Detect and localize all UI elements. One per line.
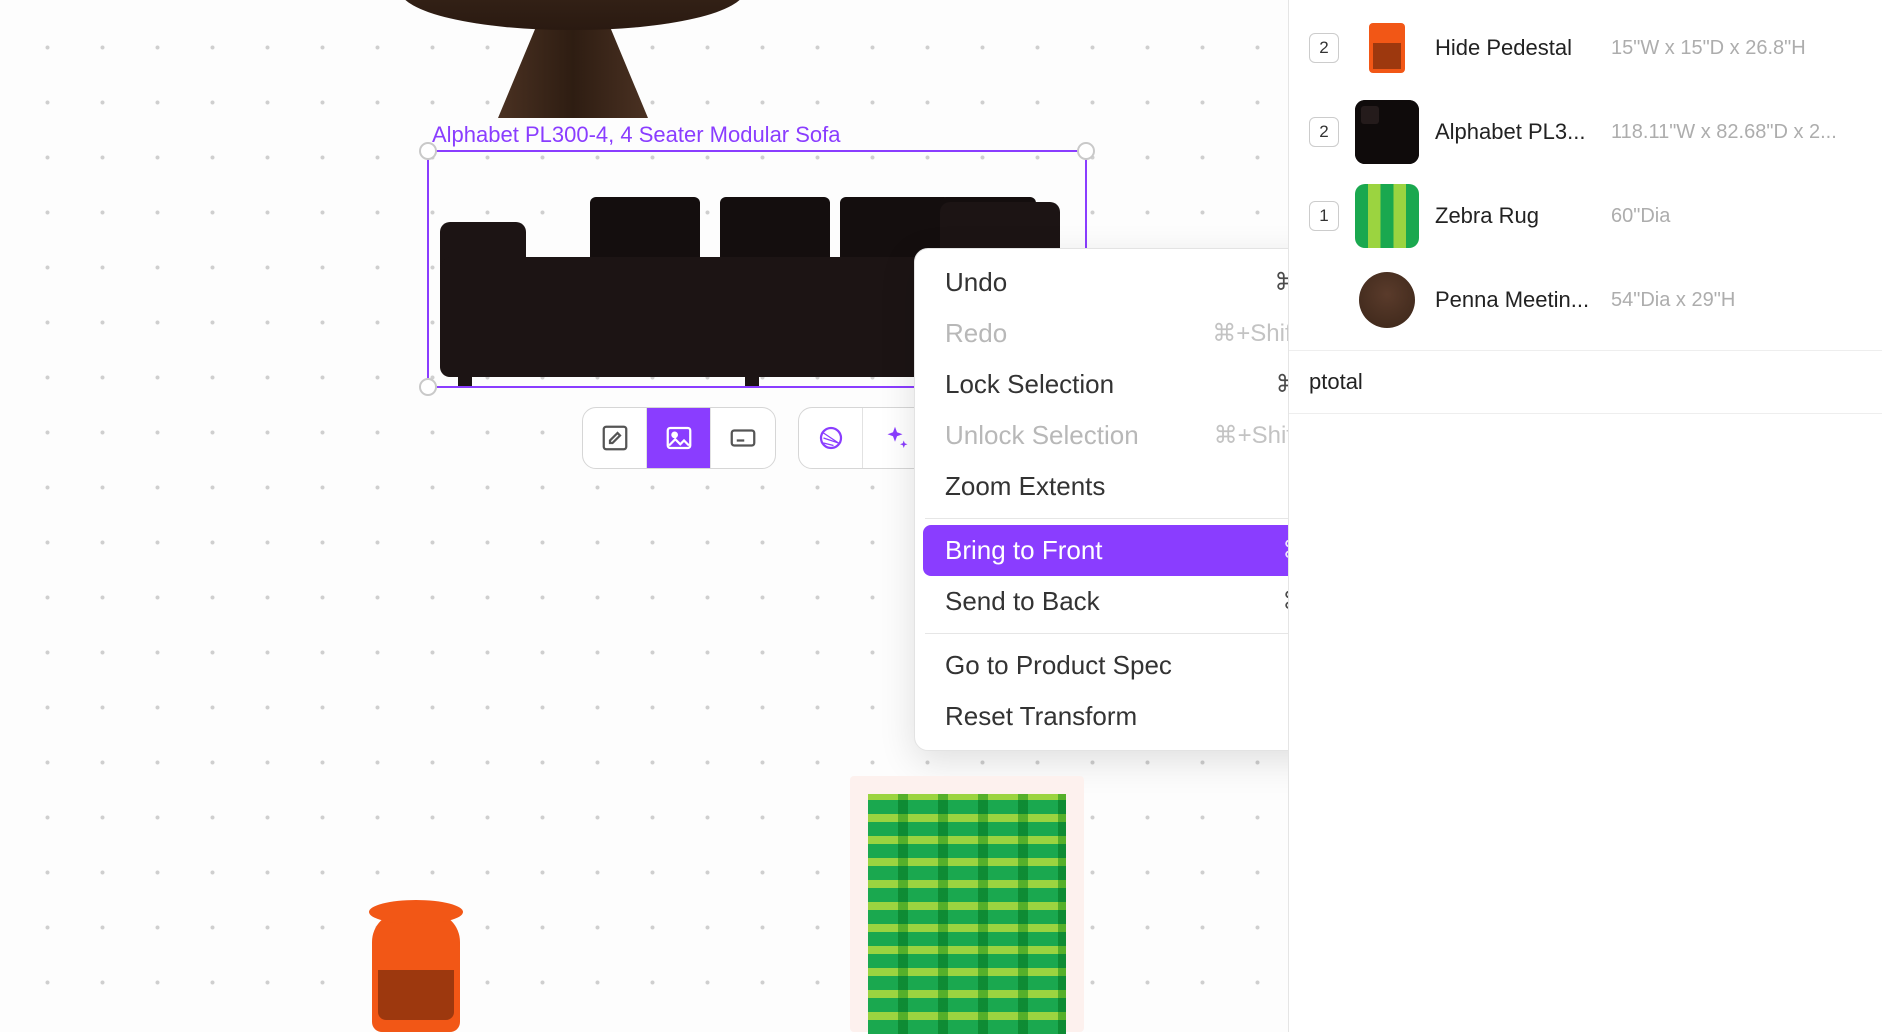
menu-reset-transform[interactable]: Reset Transform — [923, 691, 1349, 742]
menu-lock-selection[interactable]: Lock Selection ⌘+L — [923, 359, 1349, 410]
menu-zoom-extents[interactable]: Zoom Extents — [923, 461, 1349, 512]
tool-group-1 — [582, 407, 776, 469]
table-top-shape — [400, 0, 745, 30]
list-item[interactable]: Penna Meetin... 54"Dia x 29"H — [1289, 258, 1882, 342]
circle-icon — [816, 423, 846, 453]
list-item[interactable]: 1 Zebra Rug 60"Dia — [1289, 174, 1882, 258]
item-name: Zebra Rug — [1435, 203, 1595, 229]
item-thumbnail — [1355, 268, 1419, 332]
qty-badge: 2 — [1309, 117, 1339, 147]
item-name: Alphabet PL3... — [1435, 119, 1595, 145]
menu-separator — [925, 633, 1347, 634]
menu-label: Zoom Extents — [945, 471, 1105, 502]
item-dimensions: 60"Dia — [1611, 205, 1862, 228]
canvas-object-pedestal[interactable] — [372, 912, 460, 1032]
tool-group-2 — [798, 407, 928, 469]
caption-icon — [728, 423, 758, 453]
subtotal-label: ptotal — [1309, 369, 1363, 394]
selection-label: Alphabet PL300-4, 4 Seater Modular Sofa — [432, 122, 841, 148]
material-tool-button[interactable] — [799, 408, 863, 468]
menu-label: Undo — [945, 267, 1007, 298]
edit-tool-button[interactable] — [583, 408, 647, 468]
item-thumbnail — [1355, 100, 1419, 164]
menu-label: Redo — [945, 318, 1007, 349]
qty-badge: 1 — [1309, 201, 1339, 231]
design-canvas[interactable]: Alphabet PL300-4, 4 Seater Modular Sofa — [0, 0, 1288, 1032]
menu-unlock-selection: Unlock Selection ⌘+Shift+L — [923, 410, 1349, 461]
menu-label: Lock Selection — [945, 369, 1114, 400]
menu-separator — [925, 518, 1347, 519]
item-name: Hide Pedestal — [1435, 35, 1595, 61]
resize-handle-bottom-left[interactable] — [419, 378, 437, 396]
menu-bring-to-front[interactable]: Bring to Front ⌘+[ — [923, 525, 1349, 576]
edit-icon — [600, 423, 630, 453]
item-dimensions: 54"Dia x 29"H — [1611, 289, 1862, 312]
menu-label: Bring to Front — [945, 535, 1103, 566]
menu-label: Send to Back — [945, 586, 1100, 617]
menu-label: Go to Product Spec — [945, 650, 1172, 681]
sparkle-icon — [880, 423, 910, 453]
menu-label: Unlock Selection — [945, 420, 1139, 451]
menu-redo: Redo ⌘+Shift+Z — [923, 308, 1349, 359]
menu-undo[interactable]: Undo ⌘+Z — [923, 257, 1349, 308]
menu-label: Reset Transform — [945, 701, 1137, 732]
item-thumbnail — [1355, 16, 1419, 80]
item-name: Penna Meetin... — [1435, 287, 1595, 313]
menu-send-to-back[interactable]: Send to Back ⌘+] — [923, 576, 1349, 627]
qty-badge: 2 — [1309, 33, 1339, 63]
item-thumbnail — [1355, 184, 1419, 248]
menu-product-spec[interactable]: Go to Product Spec — [923, 640, 1349, 691]
image-icon — [664, 423, 694, 453]
floating-toolbar — [582, 407, 928, 469]
caption-tool-button[interactable] — [711, 408, 775, 468]
item-dimensions: 118.11"W x 82.68"D x 2... — [1611, 121, 1862, 144]
list-item[interactable]: 2 Hide Pedestal 15"W x 15"D x 26.8"H — [1289, 6, 1882, 90]
product-list-panel: 2 Hide Pedestal 15"W x 15"D x 26.8"H 2 A… — [1288, 0, 1882, 1032]
subtotal-row: ptotal — [1289, 350, 1882, 414]
item-dimensions: 15"W x 15"D x 26.8"H — [1611, 37, 1862, 60]
resize-handle-top-right[interactable] — [1077, 142, 1095, 160]
list-item[interactable]: 2 Alphabet PL3... 118.11"W x 82.68"D x 2… — [1289, 90, 1882, 174]
resize-handle-top-left[interactable] — [419, 142, 437, 160]
image-tool-button[interactable] — [647, 408, 711, 468]
canvas-object-rug[interactable] — [850, 776, 1084, 1032]
